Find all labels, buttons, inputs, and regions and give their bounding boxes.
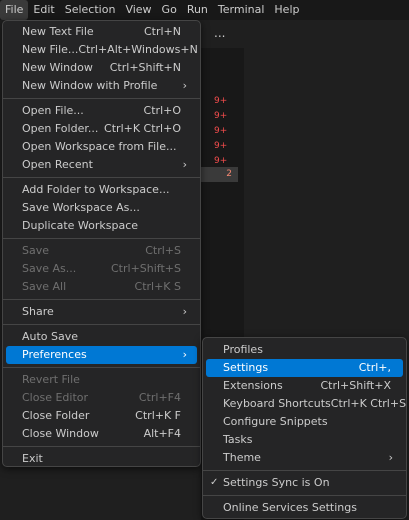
file-menu: New Text File Ctrl+N New File... Ctrl+Alt+… — [2, 20, 201, 467]
new-text-file-item[interactable]: New Text File Ctrl+N — [6, 23, 197, 41]
online-services-settings-item[interactable]: Online Services Settings — [206, 499, 403, 517]
auto-save-item[interactable]: Auto Save — [6, 328, 197, 346]
extensions-item[interactable]: Extensions Ctrl+Shift+X — [206, 377, 403, 395]
new-window-with-profile-item[interactable]: New Window with Profile › — [6, 77, 197, 95]
more-actions-icon[interactable]: ... — [214, 26, 225, 40]
menu-divider — [203, 470, 406, 471]
open-recent-item[interactable]: Open Recent › — [6, 156, 197, 174]
chevron-right-icon: › — [182, 158, 187, 171]
close-window-item[interactable]: Close Window Alt+F4 — [6, 425, 197, 443]
problem-count: 9+ — [214, 126, 228, 136]
exit-item[interactable]: Exit — [6, 450, 197, 468]
chevron-right-icon: › — [182, 348, 187, 361]
profiles-item[interactable]: Profiles — [206, 341, 403, 359]
menu-divider — [3, 324, 200, 325]
save-as-item[interactable]: Save As... Ctrl+Shift+S — [6, 260, 197, 278]
preferences-item[interactable]: Preferences › — [6, 346, 197, 364]
settings-sync-item[interactable]: ✓ Settings Sync is On — [206, 474, 403, 492]
menu-selection[interactable]: Selection — [60, 0, 121, 20]
tasks-item[interactable]: Tasks — [206, 431, 403, 449]
close-editor-item[interactable]: Close Editor Ctrl+F4 — [6, 389, 197, 407]
settings-item[interactable]: Settings Ctrl+, — [206, 359, 403, 377]
share-item[interactable]: Share › — [6, 303, 197, 321]
new-window-item[interactable]: New Window Ctrl+Shift+N — [6, 59, 197, 77]
problem-count: 9+ — [214, 96, 228, 106]
menu-go[interactable]: Go — [157, 0, 182, 20]
menu-file[interactable]: File — [0, 0, 29, 20]
duplicate-workspace-item[interactable]: Duplicate Workspace — [6, 217, 197, 235]
problem-count: 9+ — [214, 156, 228, 166]
configure-snippets-item[interactable]: Configure Snippets — [206, 413, 403, 431]
menu-divider — [3, 367, 200, 368]
save-all-item[interactable]: Save All Ctrl+K S — [6, 278, 197, 296]
chevron-right-icon: › — [388, 451, 393, 464]
menu-divider — [3, 238, 200, 239]
menu-divider — [3, 177, 200, 178]
menu-divider — [3, 446, 200, 447]
add-folder-item[interactable]: Add Folder to Workspace... — [6, 181, 197, 199]
save-workspace-as-item[interactable]: Save Workspace As... — [6, 199, 197, 217]
open-file-item[interactable]: Open File... Ctrl+O — [6, 102, 197, 120]
chevron-right-icon: › — [182, 79, 187, 92]
preferences-submenu: Profiles Settings Ctrl+, Extensions Ctrl+S… — [202, 337, 407, 519]
keyboard-shortcuts-item[interactable]: Keyboard Shortcuts Ctrl+K Ctrl+S — [206, 395, 406, 413]
problem-count: 9+ — [214, 111, 228, 121]
revert-file-item[interactable]: Revert File — [6, 371, 197, 389]
menu-divider — [3, 299, 200, 300]
menu-run[interactable]: Run — [182, 0, 213, 20]
open-workspace-item[interactable]: Open Workspace from File... — [6, 138, 197, 156]
problem-count-selected: 2 — [201, 167, 238, 182]
menu-view[interactable]: View — [120, 0, 156, 20]
menu-divider — [203, 495, 406, 496]
open-folder-item[interactable]: Open Folder... Ctrl+K Ctrl+O — [6, 120, 197, 138]
chevron-right-icon: › — [182, 305, 187, 318]
menu-terminal[interactable]: Terminal — [213, 0, 270, 20]
close-folder-item[interactable]: Close Folder Ctrl+K F — [6, 407, 197, 425]
menubar: File Edit Selection View Go Run Terminal… — [0, 0, 409, 20]
menu-help[interactable]: Help — [269, 0, 304, 20]
check-icon: ✓ — [210, 477, 219, 488]
new-file-item[interactable]: New File... Ctrl+Alt+Windows+N — [6, 41, 198, 59]
menu-divider — [3, 98, 200, 99]
theme-item[interactable]: Theme › — [206, 449, 403, 467]
save-item[interactable]: Save Ctrl+S — [6, 242, 197, 260]
problem-count: 9+ — [214, 141, 228, 151]
menu-edit[interactable]: Edit — [28, 0, 59, 20]
